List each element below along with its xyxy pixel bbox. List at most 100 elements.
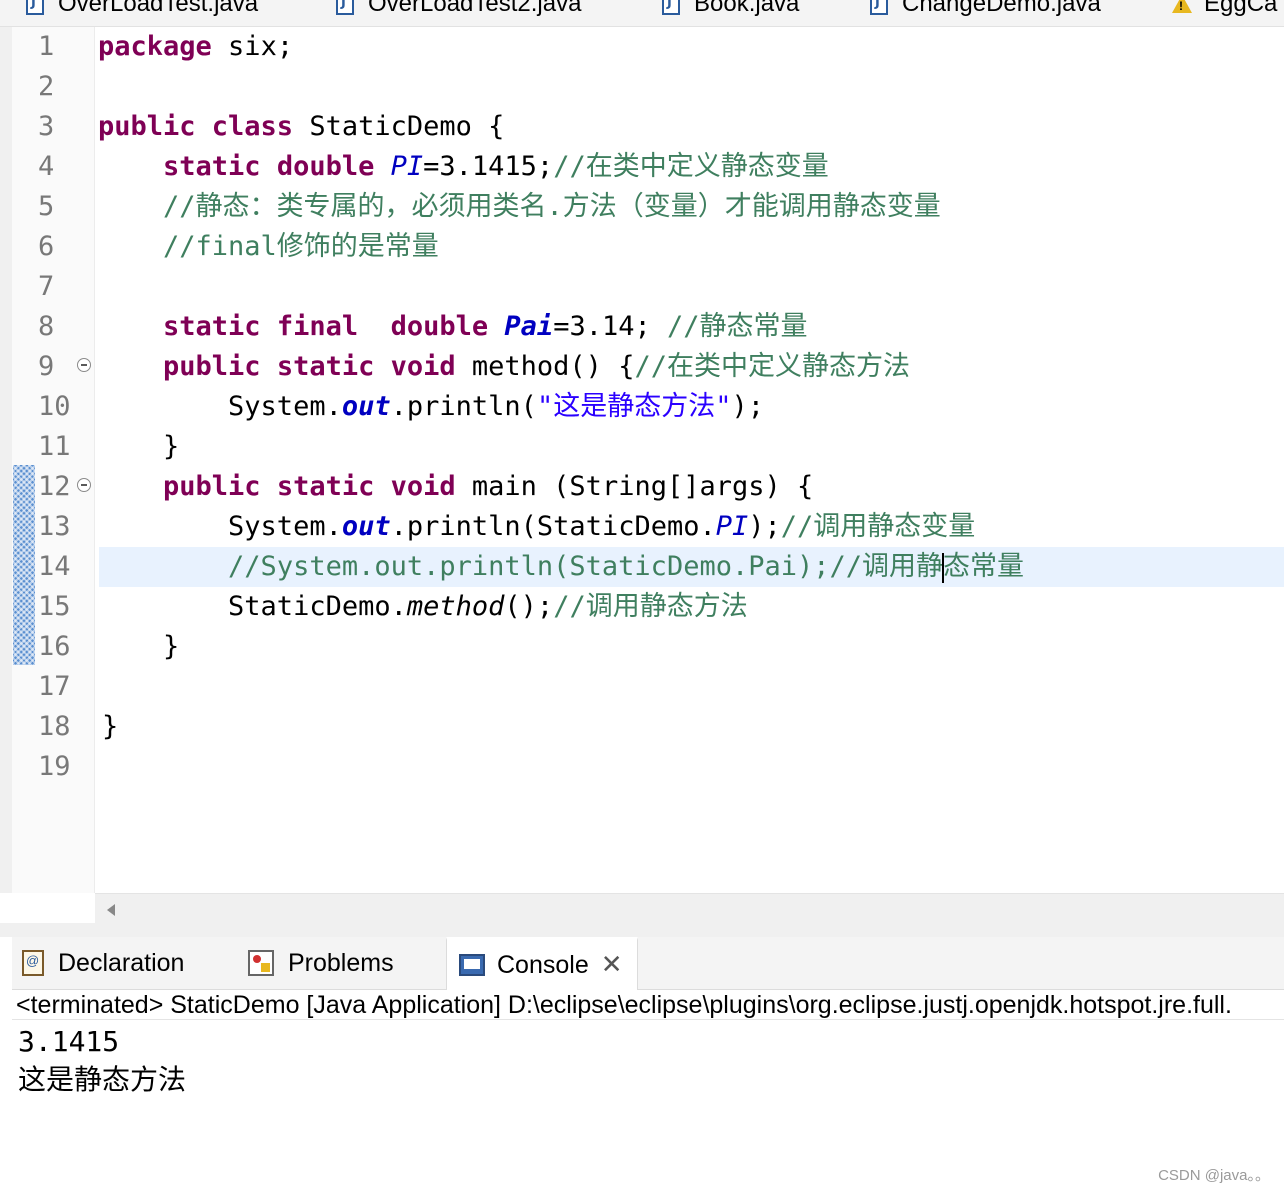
fold-collapse-icon[interactable] — [77, 358, 91, 372]
fold-collapse-icon[interactable] — [77, 478, 91, 492]
code-plain: .println( — [390, 391, 537, 422]
code-line[interactable]: 8 static final double Pai=3.14; //静态常量 — [0, 307, 1284, 347]
code-line[interactable]: 11 } — [0, 427, 1284, 467]
static-final-field: Pai — [504, 311, 554, 342]
comment: //final修饰的是常量 — [98, 231, 439, 262]
tab-problems[interactable]: Problems — [248, 937, 394, 989]
code-line[interactable]: 15 StaticDemo.method();//调用静态方法 — [0, 587, 1284, 627]
code-text: public static void method() {//在类中定义静态方法 — [98, 347, 910, 387]
close-icon[interactable]: ✕ — [601, 952, 623, 978]
code-plain — [488, 311, 504, 342]
code-plain: ); — [748, 511, 781, 542]
scroll-left-arrow-icon[interactable] — [107, 904, 115, 916]
comment: //静态：类专属的，必须用类名.方法（变量）才能调用静态变量 — [98, 191, 941, 222]
code-plain: =3.1415; — [423, 151, 554, 182]
code-editor[interactable]: 1 package six; 2 3 public class StaticDe… — [0, 27, 1284, 924]
code-line[interactable]: 18 } — [0, 707, 1284, 747]
code-text: StaticDemo.method();//调用静态方法 — [98, 587, 748, 627]
line-number: 6 — [38, 231, 55, 262]
code-line[interactable]: 3 public class StaticDemo { — [0, 107, 1284, 147]
editor-tab-changedemo[interactable]: ChangeDemo.java — [870, 0, 1101, 20]
code-line[interactable]: 4 static double PI=3.1415;//在类中定义静态变量 — [0, 147, 1284, 187]
code-plain: System. — [98, 391, 342, 422]
comment: //在类中定义静态方法 — [634, 351, 910, 382]
code-text: } — [102, 711, 119, 742]
editor-tab-eggca[interactable]: EggCa — [1172, 0, 1277, 20]
problems-icon — [248, 950, 274, 976]
console-output-line: 3.1415 — [18, 1025, 120, 1058]
comment: //在类中定义静态变量 — [553, 151, 829, 182]
code-line[interactable]: 1 package six; — [0, 27, 1284, 67]
code-text: //System.out.println(StaticDemo.Pai);//调… — [98, 547, 1024, 587]
code-text: static double PI=3.1415;//在类中定义静态变量 — [98, 147, 829, 187]
tab-console[interactable]: Console ✕ — [446, 937, 638, 990]
code-plain: .println(StaticDemo. — [390, 511, 716, 542]
string-literal: "这是静态方法" — [536, 391, 732, 422]
editor-tab-label: EggCa — [1204, 0, 1278, 17]
code-plain: StaticDemo. — [98, 591, 407, 622]
tab-label: Console — [497, 950, 589, 979]
line-number: 10 — [38, 391, 71, 422]
code-text: static final double Pai=3.14; //静态常量 — [98, 307, 808, 347]
line-number: 13 — [38, 511, 71, 542]
line-number: 8 — [38, 311, 55, 342]
line-number: 2 — [38, 71, 55, 102]
editor-tab-book[interactable]: Book.java — [662, 0, 799, 20]
code-plain: System. — [98, 511, 342, 542]
code-plain: StaticDemo { — [293, 111, 505, 142]
line-number: 18 — [38, 711, 71, 742]
code-line[interactable]: 6 //final修饰的是常量 — [0, 227, 1284, 267]
code-line[interactable]: 5 //静态：类专属的，必须用类名.方法（变量）才能调用静态变量 — [0, 187, 1284, 227]
keyword: public static void — [163, 471, 456, 502]
code-line[interactable]: 19 — [0, 747, 1284, 787]
line-number: 4 — [38, 151, 55, 182]
static-field: out — [341, 391, 391, 422]
java-file-icon — [870, 0, 888, 15]
static-field: out — [341, 511, 391, 542]
code-text: public class StaticDemo { — [98, 107, 504, 147]
code-line[interactable]: 10 System.out.println("这是静态方法"); — [0, 387, 1284, 427]
horizontal-scrollbar[interactable] — [95, 893, 1284, 924]
code-text: System.out.println(StaticDemo.PI);//调用静态… — [98, 507, 975, 547]
code-text: System.out.println("这是静态方法"); — [98, 387, 764, 427]
console-icon — [459, 954, 485, 976]
tab-declaration[interactable]: Declaration — [22, 937, 184, 989]
code-line[interactable]: 13 System.out.println(StaticDemo.PI);//调… — [0, 507, 1284, 547]
static-method-call: method — [406, 591, 505, 622]
code-plain: six; — [211, 31, 294, 62]
comment: 态常量 — [943, 551, 1025, 582]
console-output-line: 这是静态方法 — [18, 1064, 187, 1095]
comment: //调用静态方法 — [553, 591, 748, 622]
static-field: PI — [715, 511, 749, 542]
editor-tab-label: OverLoadTest.java — [58, 0, 259, 17]
java-file-icon — [26, 0, 44, 15]
line-number: 15 — [38, 591, 71, 622]
java-file-icon — [336, 0, 354, 15]
comment: //静态常量 — [666, 311, 808, 342]
code-line[interactable]: 2 — [0, 67, 1284, 107]
code-line[interactable]: 17 — [0, 667, 1284, 707]
code-plain: ); — [731, 391, 764, 422]
code-line[interactable]: 12 public static void main (String[]args… — [0, 467, 1284, 507]
code-line[interactable]: 7 — [0, 267, 1284, 307]
console-output[interactable]: 3.1415 这是静态方法 CSDN @java。。 — [12, 1021, 1284, 1193]
editor-tab-overloadtest2[interactable]: OverLoadTest2.java — [336, 0, 581, 20]
line-number: 16 — [38, 631, 71, 662]
code-text: package six; — [98, 27, 293, 67]
editor-tab-overloadtest[interactable]: OverLoadTest.java — [26, 0, 258, 20]
code-plain: (); — [504, 591, 554, 622]
keyword: public class — [98, 111, 294, 142]
panel-separator — [0, 923, 1284, 937]
line-number: 19 — [38, 751, 71, 782]
code-line[interactable]: 16 } — [0, 627, 1284, 667]
line-number: 14 — [38, 551, 71, 582]
code-line-current[interactable]: 14 //System.out.println(StaticDemo.Pai);… — [0, 547, 1284, 587]
code-line[interactable]: 9 public static void method() {//在类中定义静态… — [0, 347, 1284, 387]
view-tab-strip: Declaration Problems Console ✕ — [12, 937, 1284, 990]
comment: //System.out.println(StaticDemo.Pai);//调… — [228, 551, 944, 582]
